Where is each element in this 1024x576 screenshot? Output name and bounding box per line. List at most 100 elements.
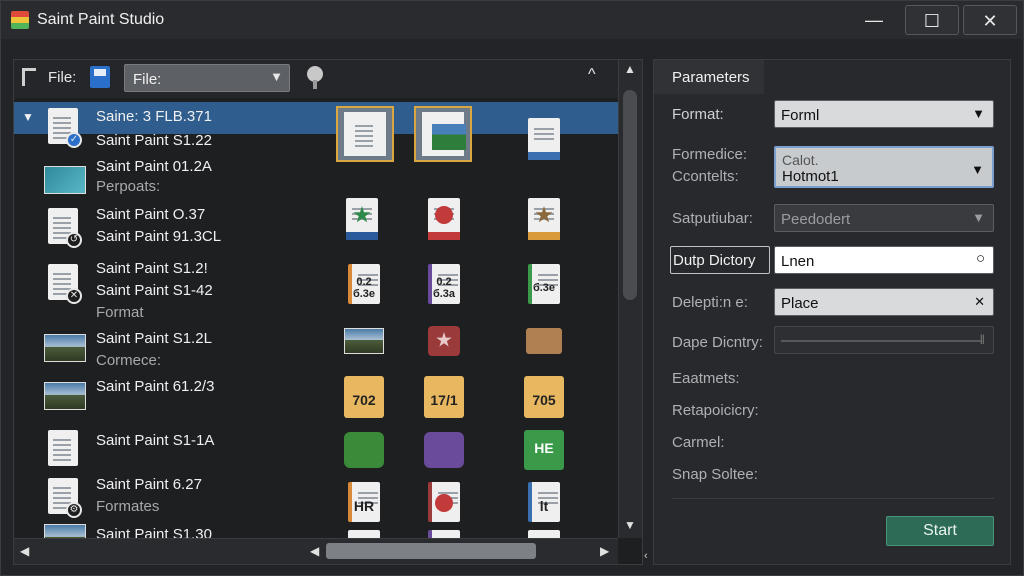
document-icon[interactable] <box>344 530 384 538</box>
scroll-left-icon[interactable]: ◀ <box>310 544 319 558</box>
format-label: Format: <box>672 106 724 123</box>
scroll-right-icon[interactable]: ▶ <box>600 544 609 558</box>
refresh-icon: ↺ <box>66 232 82 248</box>
format-select[interactable]: Forml ▼ <box>774 100 994 128</box>
file-select-value: File: <box>133 71 162 88</box>
document-icon: ✕ <box>44 264 84 304</box>
puzzle-icon[interactable] <box>344 430 384 474</box>
close-icon: ✕ <box>66 288 82 304</box>
gear-document-icon[interactable] <box>424 198 464 242</box>
browser-toolbar: File: File: ▼ ^ <box>14 60 642 98</box>
document-icon[interactable] <box>424 482 464 526</box>
formedice-value: Hotmot1 <box>782 168 839 185</box>
list-item-subtitle: Saint Paint 91.3CL <box>96 228 222 245</box>
scroll-up-icon[interactable]: ▲ <box>624 62 636 76</box>
archive-file-icon[interactable]: 0.2 б.3а <box>424 264 464 308</box>
satpu-value: Peedodert <box>781 211 851 228</box>
archive-file-icon[interactable]: б.3е <box>524 264 564 308</box>
document-icon[interactable]: lt <box>524 482 564 526</box>
folder-icon[interactable]: 705 <box>524 376 564 420</box>
file-browser-panel: File: File: ▼ ^ ▼ Saine: 3 FLB.371 ✓ Sai… <box>13 59 643 565</box>
scrollbar-thumb[interactable] <box>326 543 536 559</box>
folder-icon[interactable] <box>524 322 564 366</box>
scroll-left-icon[interactable]: ◀ <box>20 544 29 558</box>
chevron-down-icon: ▼ <box>972 210 985 225</box>
carmel-label: Carmel: <box>672 434 725 451</box>
document-icon[interactable]: 03 <box>424 530 464 538</box>
delep-value: Place <box>781 295 819 312</box>
circle-icon[interactable]: ○ <box>976 250 985 267</box>
delep-input[interactable]: Place ✕ <box>774 288 994 316</box>
list-item-title: Saint Paint S1.30 <box>96 526 212 538</box>
puzzle-icon[interactable] <box>424 430 464 474</box>
vertical-scrollbar[interactable]: ▲ ▼ <box>618 60 642 538</box>
list-item-subtitle: Cormece: <box>96 352 162 369</box>
close-button[interactable]: ✕ <box>963 5 1017 35</box>
star-icon[interactable] <box>424 322 464 366</box>
document-thumbnail-selected[interactable] <box>336 106 394 162</box>
star-document-icon[interactable] <box>342 198 382 242</box>
file-label: HR <box>353 498 375 514</box>
folder-tree-icon[interactable] <box>22 68 36 86</box>
title-bar: Saint Paint Studio — ☐ ✕ <box>1 1 1023 39</box>
start-button[interactable]: Start <box>886 516 994 546</box>
document-icon: ⚙ <box>44 478 84 518</box>
slider-track[interactable] <box>781 340 981 342</box>
collapse-button[interactable]: ^ <box>588 66 596 84</box>
scrollbar-thumb[interactable] <box>623 90 637 300</box>
formedice-select[interactable]: Calot. Hotmot1 ▼ <box>774 146 994 188</box>
folder-icon[interactable]: 702 <box>344 376 384 420</box>
dape-slider[interactable]: ‖ <box>774 326 994 354</box>
list-item-subtitle: Perpoats: <box>96 178 161 195</box>
satpu-select[interactable]: Peedodert ▼ <box>774 204 994 232</box>
list-item-extra: Format <box>96 304 144 321</box>
document-icon: ✓ <box>44 108 84 148</box>
pin-icon[interactable] <box>304 66 324 90</box>
divider <box>672 498 994 499</box>
contents-label: Ccontelts: <box>672 168 739 185</box>
maximize-button[interactable]: ☐ <box>905 5 959 35</box>
eatmets-label: Eaatmets: <box>672 370 740 387</box>
parameters-title: Parameters <box>654 60 764 94</box>
document-icon <box>44 430 84 468</box>
format-value: Forml <box>781 107 820 124</box>
image-icon <box>44 162 86 200</box>
folder-icon[interactable]: 17/1 <box>424 376 464 420</box>
html-file-icon[interactable]: HE <box>524 430 564 474</box>
app-logo-icon <box>11 11 29 29</box>
dutp-value: Lnen <box>781 253 815 270</box>
formedice-label: Formedice: <box>672 146 748 163</box>
delep-label: Delepti:n e: <box>672 294 748 311</box>
document-icon[interactable]: HR <box>344 482 384 526</box>
file-list: ▼ Saine: 3 FLB.371 ✓ Saint Paint S1.22 S… <box>14 98 618 538</box>
folder-label: 705 <box>532 392 556 408</box>
clear-icon[interactable]: ✕ <box>974 294 985 310</box>
archive-file-icon[interactable]: 0.2 б.3е <box>344 264 384 308</box>
list-item-title: Saint Paint S1-1A <box>96 432 215 449</box>
minimize-button[interactable]: — <box>847 5 901 35</box>
file-select[interactable]: File: ▼ <box>124 64 290 92</box>
horizontal-scrollbar[interactable]: ◀ ◀ ▶ <box>14 538 618 564</box>
chevron-down-icon: ▼ <box>971 162 984 177</box>
list-item-title: Saint Paint 61.2/3 <box>96 378 215 395</box>
list-item[interactable]: Saint Paint 01.2A Perpoats: <box>14 156 618 202</box>
parameters-panel: Parameters ‹ Format: Forml ▼ Formedice: … <box>644 59 1011 565</box>
satpu-label: Satputiubar: <box>672 210 753 227</box>
list-item-title: Saint Paint O.37 <box>96 206 206 223</box>
check-icon: ✓ <box>66 132 82 148</box>
document-icon[interactable]: TS <box>524 530 564 538</box>
snap-label: Snap Soltee: <box>672 466 758 483</box>
list-item-title: Saint Paint 01.2A <box>96 158 212 175</box>
slider-handle-icon[interactable]: ‖ <box>980 332 985 347</box>
star-document-icon[interactable] <box>524 198 564 242</box>
image-thumbnail-selected[interactable] <box>414 106 472 162</box>
document-icon: ↺ <box>44 208 84 248</box>
chevron-left-icon[interactable]: ‹ <box>644 550 648 562</box>
document-icon[interactable] <box>524 118 564 162</box>
scroll-down-icon[interactable]: ▼ <box>624 518 636 532</box>
dutp-input[interactable]: Lnen ○ <box>774 246 994 274</box>
folder-label: 702 <box>352 392 376 408</box>
folder-label: 17/1 <box>430 392 458 408</box>
save-icon[interactable] <box>90 66 110 88</box>
image-icon[interactable] <box>344 322 384 366</box>
